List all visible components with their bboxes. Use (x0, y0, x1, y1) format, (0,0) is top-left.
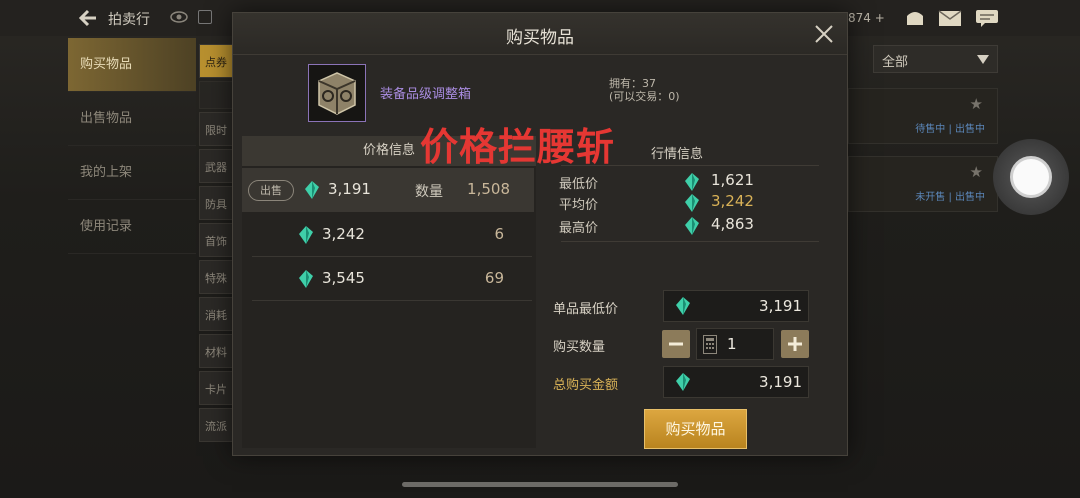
buy-quantity-label: 购买数量 (553, 340, 606, 355)
side-item-my-listings[interactable]: 我的上架 (68, 146, 196, 200)
buy-item-button[interactable]: 购买物品 (644, 409, 747, 449)
unit-min-price-value: 3,191 (759, 297, 802, 315)
status-text: 未开售 | 出售中 (915, 192, 985, 203)
eye-icon[interactable] (170, 11, 188, 23)
gem-icon (676, 373, 690, 391)
tradable-count: (可以交易：0) (609, 90, 680, 103)
chevron-down-icon (977, 55, 989, 64)
price-value: 3,191 (328, 180, 371, 198)
owned-info: 拥有：37 (可以交易：0) (609, 77, 680, 103)
home-indicator[interactable] (402, 482, 678, 487)
side-menu: 购买物品 出售物品 我的上架 使用记录 (68, 38, 196, 498)
top-title: 拍卖行 (108, 12, 150, 28)
status-text: 待售中 | 出售中 (915, 124, 985, 135)
price-value: 3,242 (322, 225, 365, 243)
increase-quantity-button[interactable] (781, 330, 809, 358)
sell-tag: 出售 (248, 180, 294, 201)
buy-item-dialog: 购买物品 装备品级调整箱 拥有：37 (可以交易：0) 价格信息 出售 3,19… (232, 12, 848, 456)
mail-icon[interactable] (938, 8, 962, 28)
total-amount-value: 3,191 (759, 373, 802, 391)
category-item[interactable]: 防具 (199, 186, 235, 220)
star-icon[interactable]: ★ (970, 163, 983, 181)
min-price-label: 最低价 (559, 177, 599, 192)
market-header: 行情信息 (651, 147, 704, 162)
avg-price-label: 平均价 (559, 198, 599, 213)
price-value: 3,545 (322, 269, 365, 287)
gem-icon (676, 297, 690, 315)
currency-count: 874 + (848, 11, 885, 25)
max-price-label: 最高价 (559, 221, 599, 236)
gem-icon (299, 226, 313, 244)
unit-min-price-label: 单品最低价 (553, 302, 619, 317)
bag-icon[interactable] (903, 8, 927, 28)
total-amount-field: 3,191 (663, 366, 809, 398)
category-item[interactable]: 武器 (199, 149, 235, 183)
star-icon[interactable]: ★ (970, 95, 983, 113)
quantity-value: 1 (727, 335, 737, 353)
qty-value: 1,508 (467, 180, 510, 198)
gem-icon (685, 217, 699, 235)
assist-button-center (1010, 156, 1052, 198)
gem-icon (305, 181, 319, 199)
category-item[interactable] (199, 81, 235, 109)
gem-icon (685, 173, 699, 191)
avg-price-value: 3,242 (711, 192, 754, 210)
decrease-quantity-button[interactable] (662, 330, 690, 358)
overlay-caption: 价格拦腰斩 (420, 125, 616, 169)
list-item[interactable]: ★ 未开售 | 出售中 (848, 156, 998, 212)
plus-icon (788, 337, 802, 351)
price-row[interactable]: 3,242 6 (252, 213, 532, 257)
side-item-sell[interactable]: 出售物品 (68, 92, 196, 146)
category-item[interactable]: 流派 (199, 408, 235, 442)
filter-dropdown[interactable]: 全部 (873, 45, 998, 73)
category-item[interactable]: 卡片 (199, 371, 235, 405)
price-row[interactable]: 出售 3,191 数量 1,508 (242, 168, 534, 212)
owned-count: 拥有：37 (609, 77, 656, 90)
quantity-input[interactable]: 1 (696, 328, 774, 360)
floating-assist-button[interactable] (993, 139, 1069, 215)
minus-icon (669, 342, 683, 346)
box-icon (309, 65, 365, 121)
total-amount-label: 总购买金额 (553, 378, 619, 393)
list-item[interactable]: ★ 待售中 | 出售中 (848, 88, 998, 144)
dialog-title: 购买物品 (506, 28, 574, 48)
info-icon[interactable] (198, 10, 212, 24)
divider (561, 241, 819, 242)
unit-min-price-field: 3,191 (663, 290, 809, 322)
side-item-buy[interactable]: 购买物品 (68, 38, 196, 92)
calculator-icon[interactable] (703, 335, 717, 354)
item-icon (308, 64, 366, 122)
side-item-history[interactable]: 使用记录 (68, 200, 196, 254)
category-item[interactable]: 材料 (199, 334, 235, 368)
category-item[interactable]: 首饰 (199, 223, 235, 257)
dialog-header: 购买物品 (233, 13, 847, 55)
close-icon[interactable] (813, 23, 835, 45)
price-list-panel: 价格信息 出售 3,191 数量 1,508 3,242 6 3,545 69 (242, 136, 536, 448)
category-column: 点券 限时 武器 防具 首饰 特殊 消耗 材料 卡片 流派 (199, 44, 235, 498)
price-row[interactable]: 3,545 69 (252, 257, 532, 301)
min-price-value: 1,621 (711, 171, 754, 189)
item-name: 装备品级调整箱 (380, 87, 472, 102)
category-item[interactable]: 点券 (199, 44, 235, 78)
category-item[interactable]: 限时 (199, 112, 235, 146)
gem-icon (685, 194, 699, 212)
chat-icon[interactable] (975, 8, 999, 28)
qty-value: 69 (484, 269, 504, 287)
gem-icon (299, 270, 313, 288)
max-price-value: 4,863 (711, 215, 754, 233)
category-item[interactable]: 特殊 (199, 260, 235, 294)
qty-label: 数量 (415, 184, 443, 200)
qty-value: 6 (494, 225, 504, 243)
category-item[interactable]: 消耗 (199, 297, 235, 331)
back-arrow-icon[interactable] (78, 9, 98, 27)
filter-value: 全部 (882, 55, 909, 70)
